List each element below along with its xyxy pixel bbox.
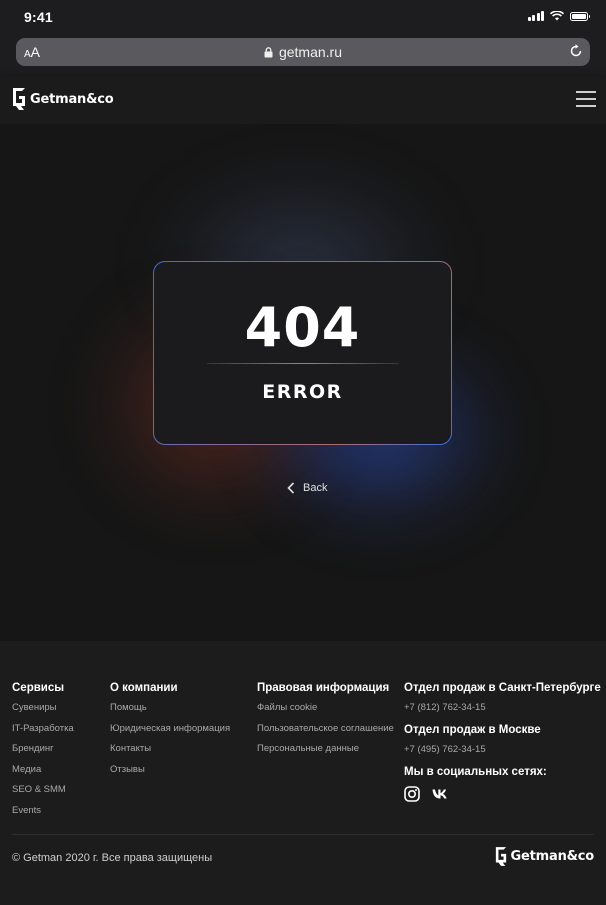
footer-column-title: О компании	[110, 682, 178, 694]
site-footer: Сервисы Сувениры IT-Разработка Брендинг …	[0, 641, 606, 905]
back-link[interactable]: Back	[287, 482, 327, 494]
footer-link[interactable]: Сувениры	[12, 702, 74, 723]
cellular-signal-icon	[527, 11, 544, 21]
hamburger-menu-icon[interactable]	[576, 91, 596, 107]
footer-link[interactable]: SEO & SMM	[12, 784, 74, 805]
footer-column-contacts: Отдел продаж в Санкт-Петербурге +7 (812)…	[404, 682, 601, 802]
msk-phone-link[interactable]: +7 (495) 762-34-15	[404, 744, 601, 755]
chevron-left-icon	[287, 482, 295, 494]
wifi-icon	[550, 11, 564, 21]
back-label: Back	[303, 482, 328, 494]
status-bar: 9:41	[0, 0, 606, 34]
footer-link[interactable]: Отзывы	[110, 764, 230, 785]
logo-text: Getman&co	[30, 91, 114, 107]
footer-column-services: Сервисы Сувениры IT-Разработка Брендинг …	[12, 682, 74, 825]
site-logo[interactable]: Getman&co	[12, 87, 114, 111]
footer-link[interactable]: Пользовательское соглашение	[257, 723, 394, 744]
footer-link[interactable]: Events	[12, 805, 74, 826]
spb-sales-title: Отдел продаж в Санкт-Петербурге	[404, 682, 601, 694]
footer-column-legal: Правовая информация Файлы cookie Пользов…	[257, 682, 394, 764]
site-header: Getman&co	[0, 76, 606, 124]
battery-icon	[570, 11, 590, 21]
url-text: getman.ru	[278, 44, 343, 60]
footer-link[interactable]: Брендинг	[12, 743, 74, 764]
footer-link[interactable]: Юридическая информация	[110, 723, 230, 744]
footer-logo[interactable]: Getman&co	[495, 846, 594, 867]
footer-link[interactable]: Медиа	[12, 764, 74, 785]
footer-column-title: Сервисы	[12, 682, 65, 694]
reload-icon[interactable]	[568, 43, 584, 59]
address-bar[interactable]: AA getman.ru	[16, 38, 590, 66]
footer-link[interactable]: IT-Разработка	[12, 723, 74, 744]
footer-column-company: О компании Помощь Юридическая информация…	[110, 682, 230, 784]
footer-column-title: Правовая информация	[257, 682, 390, 694]
vk-icon[interactable]	[432, 788, 448, 800]
spb-phone-link[interactable]: +7 (812) 762-34-15	[404, 702, 601, 713]
error-code: 404	[244, 296, 361, 359]
getman-logo-icon	[495, 847, 506, 866]
status-icons	[527, 11, 590, 21]
footer-divider	[12, 834, 594, 835]
msk-sales-title: Отдел продаж в Москве	[404, 724, 541, 736]
error-label: ERROR	[262, 381, 343, 403]
lock-icon	[264, 47, 273, 58]
footer-link[interactable]: Помощь	[110, 702, 230, 723]
footer-logo-text: Getman&co	[510, 849, 595, 864]
social-title: Мы в социальных сетях:	[404, 766, 547, 778]
social-links	[404, 786, 601, 802]
copyright-text: © Getman 2020 г. Все права защищены	[12, 852, 213, 864]
url-display[interactable]: getman.ru	[16, 44, 590, 60]
browser-toolbar: AA getman.ru	[0, 34, 606, 76]
main-content: 404 ERROR Back	[0, 124, 606, 641]
status-time: 9:41	[24, 9, 53, 25]
error-divider	[207, 363, 399, 364]
getman-logo-icon	[13, 88, 25, 110]
footer-link[interactable]: Контакты	[110, 743, 230, 764]
footer-link[interactable]: Персональные данные	[257, 743, 394, 764]
error-card: 404 ERROR	[153, 261, 452, 445]
footer-link[interactable]: Файлы cookie	[257, 702, 394, 723]
instagram-icon[interactable]	[404, 786, 420, 802]
